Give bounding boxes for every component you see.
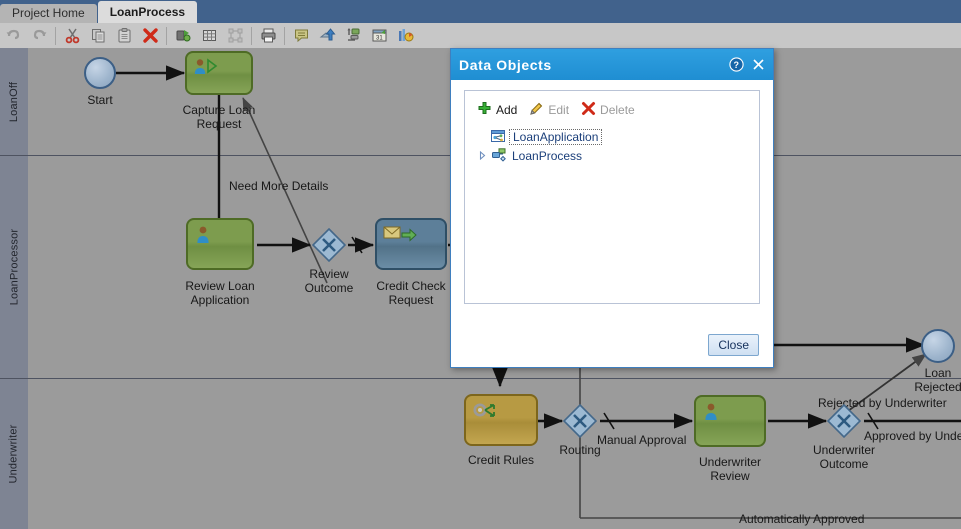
lane-label-loanofficer: LoanOff (8, 81, 20, 122)
user-task-icon (194, 225, 214, 250)
dialog-body: Add Edit Delete LoanApplication LoanProc… (451, 80, 773, 304)
node-review-outcome[interactable] (311, 227, 347, 263)
dialog-title: Data Objects (459, 56, 552, 73)
lane-label-underwriter: Underwriter (8, 424, 20, 484)
node-underwriter-review[interactable] (694, 395, 766, 447)
node-routing[interactable] (562, 403, 598, 439)
flow-label-need-more-details: Need More Details (229, 179, 329, 193)
data-objects-dialog[interactable]: Data Objects ? Add Edit Delete LoanAppli… (450, 48, 774, 368)
node-label-capture-loan-request: Capture Loan Request (159, 103, 279, 131)
lane-header-loanprocessor[interactable]: LoanProcessor (0, 156, 29, 379)
cut-icon[interactable] (59, 24, 85, 47)
capture-line1: Capture Loan (182, 103, 256, 117)
process-object-icon (489, 148, 509, 163)
data-objects-panel[interactable]: Add Edit Delete LoanApplication LoanProc… (464, 90, 760, 304)
toolbar-separator-4 (284, 26, 285, 45)
paste-icon[interactable] (111, 24, 137, 47)
svg-text:?: ? (733, 60, 739, 70)
node-review-loan-application[interactable] (186, 218, 254, 270)
node-label-loan-rejected: Loan Rejected (895, 366, 961, 394)
dialog-title-bar[interactable]: Data Objects ? (451, 49, 773, 80)
grid-icon[interactable] (196, 24, 222, 47)
redo-icon[interactable] (26, 24, 52, 47)
credit-check-line1: Credit Check (376, 279, 446, 293)
node-underwriter-outcome[interactable] (826, 403, 862, 439)
node-label-review-loan-application: Review Loan Application (160, 279, 280, 307)
toolbar-separator-2 (166, 26, 167, 45)
data-objects-icon[interactable] (170, 24, 196, 47)
node-label-credit-check-request: Credit Check Request (363, 279, 459, 307)
simulation-icon[interactable] (392, 24, 418, 47)
node-start[interactable] (84, 57, 116, 89)
lane-label-loanprocessor: LoanProcessor (8, 228, 20, 306)
tab-loanprocess[interactable]: LoanProcess (97, 1, 198, 23)
underwriter-review-line1: Underwriter (698, 455, 761, 469)
underwriter-outcome-line1: Underwriter (812, 443, 875, 457)
note-icon[interactable] (288, 24, 314, 47)
tree-item-loanprocess[interactable]: LoanProcess (469, 146, 755, 165)
flow-label-approved-by-underwriter: Approved by Unde (864, 429, 961, 443)
chevron-right-icon[interactable] (475, 151, 489, 160)
review-loan-line1: Review Loan (185, 279, 255, 293)
flow-label-automatically-approved: Automatically Approved (739, 512, 865, 526)
delete-icon[interactable] (137, 24, 163, 47)
close-icon[interactable] (747, 54, 769, 76)
edit-label: Edit (548, 103, 570, 117)
tab-project-home[interactable]: Project Home (0, 4, 97, 23)
close-button[interactable]: Close (708, 334, 759, 356)
publish-icon[interactable] (314, 24, 340, 47)
data-object-icon (489, 129, 509, 144)
edit-button[interactable]: Edit (527, 99, 575, 121)
undo-icon[interactable] (0, 24, 26, 47)
node-label-underwriter-review: Underwriter Review (680, 455, 780, 483)
pencil-icon (529, 101, 544, 119)
loan-rejected-line1: Loan (924, 366, 952, 380)
credit-check-line2: Request (388, 293, 434, 307)
capture-line2: Request (196, 117, 242, 131)
toolbar-separator-3 (251, 26, 252, 45)
node-label-underwriter-outcome: Underwriter Outcome (804, 443, 884, 471)
node-label-credit-rules: Credit Rules (467, 453, 535, 467)
node-capture-loan-request[interactable] (185, 51, 253, 95)
review-loan-line2: Application (190, 293, 250, 307)
business-rule-task-icon (472, 401, 502, 426)
lane-header-underwriter[interactable]: Underwriter (0, 379, 29, 529)
measure-icon[interactable] (340, 24, 366, 47)
add-button[interactable]: Add (475, 99, 523, 121)
tree-label-loanapplication: LoanApplication (509, 128, 603, 145)
node-credit-check-request[interactable] (375, 218, 447, 270)
x-icon (581, 101, 596, 119)
tab-strip: Project Home LoanProcess (0, 0, 961, 23)
node-label-review-outcome: Review Outcome (289, 267, 369, 295)
help-icon[interactable]: ? (725, 54, 747, 76)
delete-label: Delete (600, 103, 635, 117)
user-task-icon (702, 402, 722, 427)
calendar-icon[interactable]: 31 (366, 24, 392, 47)
underwriter-review-line2: Review (710, 469, 750, 483)
review-outcome-line2: Outcome (304, 281, 354, 295)
send-task-icon (383, 225, 417, 248)
toolbar-separator-1 (55, 26, 56, 45)
lane-header-loanofficer[interactable]: LoanOff (0, 48, 29, 156)
dialog-action-bar: Add Edit Delete (469, 97, 755, 127)
loan-rejected-line2: Rejected (914, 380, 961, 394)
plus-icon (477, 101, 492, 119)
delete-button[interactable]: Delete (579, 99, 641, 121)
print-icon[interactable] (255, 24, 281, 47)
add-label: Add (496, 103, 518, 117)
svg-text:31: 31 (376, 36, 383, 42)
node-credit-rules[interactable] (464, 394, 538, 446)
dialog-footer: Close (451, 323, 773, 367)
user-task-icon (193, 58, 219, 81)
node-label-start: Start (87, 93, 113, 107)
tree-label-loanprocess: LoanProcess (512, 148, 583, 163)
fit-icon[interactable] (222, 24, 248, 47)
underwriter-outcome-line2: Outcome (819, 457, 869, 471)
node-loan-rejected[interactable] (921, 329, 955, 363)
flow-label-manual-approval: Manual Approval (597, 433, 687, 447)
copy-icon[interactable] (85, 24, 111, 47)
toolbar: 31 (0, 23, 961, 49)
tree-item-loanapplication[interactable]: LoanApplication (469, 127, 755, 146)
review-outcome-line1: Review (309, 267, 349, 281)
